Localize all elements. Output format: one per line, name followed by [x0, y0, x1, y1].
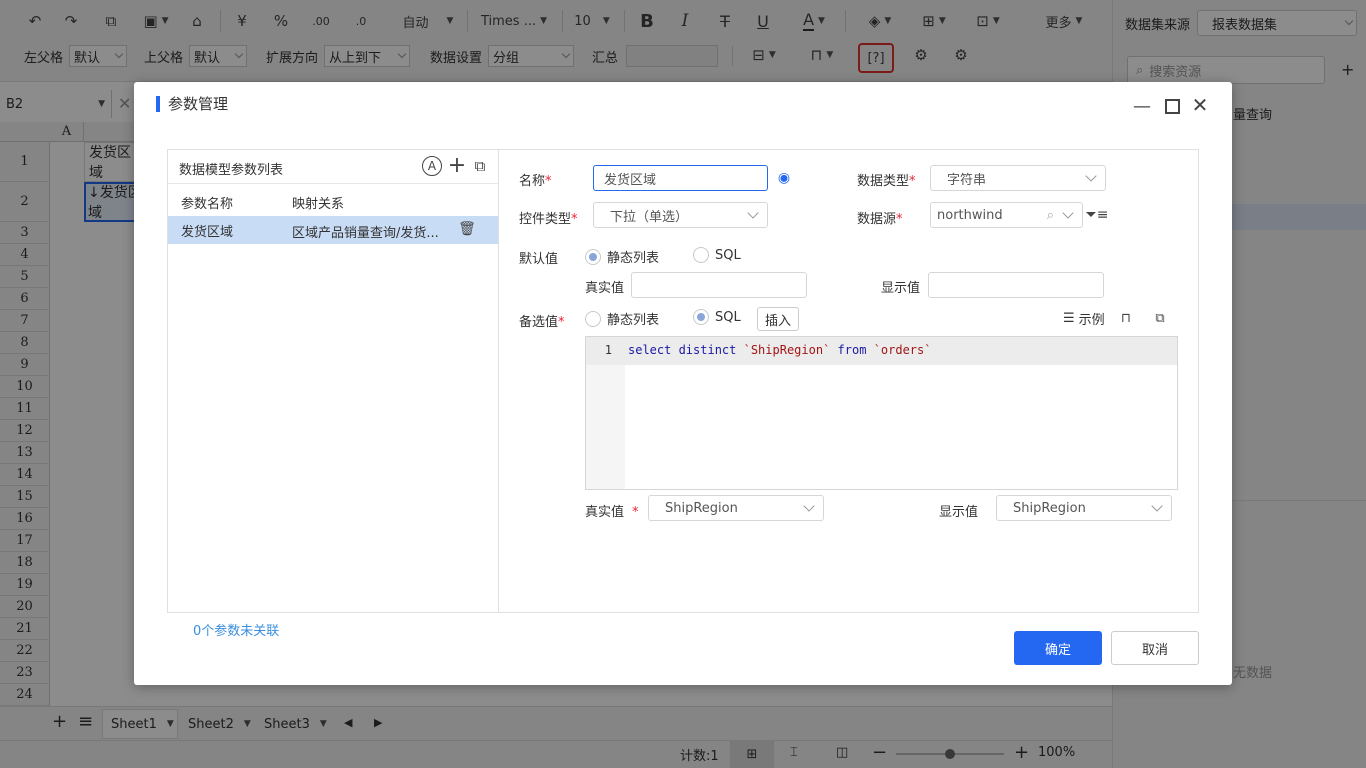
chevron-down-icon: [747, 207, 759, 219]
search-icon: ⌕: [1046, 207, 1054, 223]
datasource-label: 数据源*: [857, 212, 903, 227]
bottom-real-value-select[interactable]: ShipRegion: [648, 495, 824, 521]
control-type-label: 控件类型*: [519, 212, 578, 227]
col-param-name: 参数名称: [181, 197, 234, 212]
default-real-value-label: 真实值: [585, 281, 625, 296]
filter-icon[interactable]: ⏷≡: [1086, 204, 1109, 226]
sql-code-line: select distinct `ShipRegion` from `order…: [628, 343, 931, 357]
chevron-down-icon: [1085, 170, 1097, 182]
bottom-display-value-select[interactable]: ShipRegion: [996, 495, 1172, 521]
bottom-real-value: ShipRegion: [665, 500, 738, 516]
eye-icon[interactable]: ◉: [773, 167, 795, 189]
candidate-sql-radio[interactable]: SQL: [693, 309, 741, 325]
sql-line-number: 1: [604, 343, 612, 357]
chevron-down-icon: [803, 500, 815, 512]
param-form-panel: 名称* 发货区域 ◉ 数据类型* 字符串 控件类型* 下拉（单选） 数据源* n…: [498, 149, 1199, 613]
example-button[interactable]: ☰ 示例: [1063, 309, 1105, 328]
maximize-icon[interactable]: [1162, 96, 1182, 116]
minimize-icon[interactable]: —: [1132, 96, 1152, 117]
default-static-radio[interactable]: 静态列表: [585, 247, 659, 266]
datatype-label: 数据类型*: [857, 174, 916, 189]
cancel-button[interactable]: 取消: [1111, 631, 1199, 665]
example-icon: ☰: [1063, 311, 1075, 326]
param-list-title: 数据模型参数列表: [179, 163, 284, 178]
param-list-panel: 数据模型参数列表 A + ⧉ 参数名称 映射关系 发货区域 区域产品销量查询/发…: [167, 149, 499, 613]
sql-string: `orders`: [873, 343, 932, 357]
chevron-down-icon: [1062, 207, 1074, 219]
candidate-label: 备选值*: [519, 315, 565, 330]
radio-circle: [693, 309, 709, 325]
datasource-select[interactable]: northwind ⌕: [930, 202, 1083, 228]
confirm-button[interactable]: 确定: [1014, 631, 1102, 665]
param-row-name: 发货区域: [181, 225, 234, 240]
sql-keyword: from: [837, 343, 867, 357]
radio-circle: [585, 310, 601, 327]
insert-button[interactable]: 插入: [757, 307, 799, 331]
delete-param-icon[interactable]: 🗑: [458, 220, 476, 238]
auto-icon[interactable]: A: [422, 156, 442, 176]
param-row[interactable]: 发货区域 区域产品销量查询/发货... 🗑: [168, 216, 498, 244]
radio-circle: [585, 248, 601, 265]
datasource-value: northwind: [937, 207, 1003, 223]
control-type-select[interactable]: 下拉（单选）: [593, 202, 768, 228]
sql-editor[interactable]: 1 select distinct `ShipRegion` from `ord…: [585, 336, 1178, 490]
copy-param-icon[interactable]: ⧉: [470, 156, 490, 176]
dialog-title: 参数管理: [156, 96, 228, 112]
default-real-value-input[interactable]: [631, 272, 807, 298]
datatype-select[interactable]: 字符串: [930, 165, 1106, 191]
radio-circle: [693, 247, 709, 263]
bottom-display-value: ShipRegion: [1013, 500, 1086, 516]
col-mapping: 映射关系: [292, 197, 345, 212]
default-sql-radio[interactable]: SQL: [693, 247, 741, 263]
bottom-display-value-label: 显示值: [939, 505, 979, 520]
add-param-icon[interactable]: +: [446, 153, 468, 178]
unlinked-params-link[interactable]: 0个参数未关联: [193, 620, 279, 639]
param-row-mapping: 区域产品销量查询/发货...: [292, 226, 439, 241]
control-type-value: 下拉（单选）: [610, 209, 689, 225]
clear-icon[interactable]: ⊓: [1117, 309, 1135, 327]
datatype-value: 字符串: [947, 172, 987, 188]
name-label: 名称*: [519, 174, 552, 189]
preview-sql-icon[interactable]: ⧉: [1151, 309, 1169, 327]
sql-keyword: select distinct: [628, 343, 737, 357]
chevron-down-icon: [1151, 500, 1163, 512]
bottom-real-value-label: 真实值 *: [585, 505, 639, 520]
sql-string: `ShipRegion`: [743, 343, 831, 357]
parameter-dialog: 参数管理 — ✕ 数据模型参数列表 A + ⧉ 参数名称 映射关系 发货区域 区…: [134, 82, 1232, 685]
default-value-label: 默认值: [519, 252, 559, 267]
default-display-value-label: 显示值: [881, 281, 921, 296]
name-input[interactable]: 发货区域: [593, 165, 768, 191]
candidate-static-radio[interactable]: 静态列表: [585, 309, 659, 328]
default-display-value-input[interactable]: [928, 272, 1104, 298]
close-icon[interactable]: ✕: [1190, 93, 1210, 117]
